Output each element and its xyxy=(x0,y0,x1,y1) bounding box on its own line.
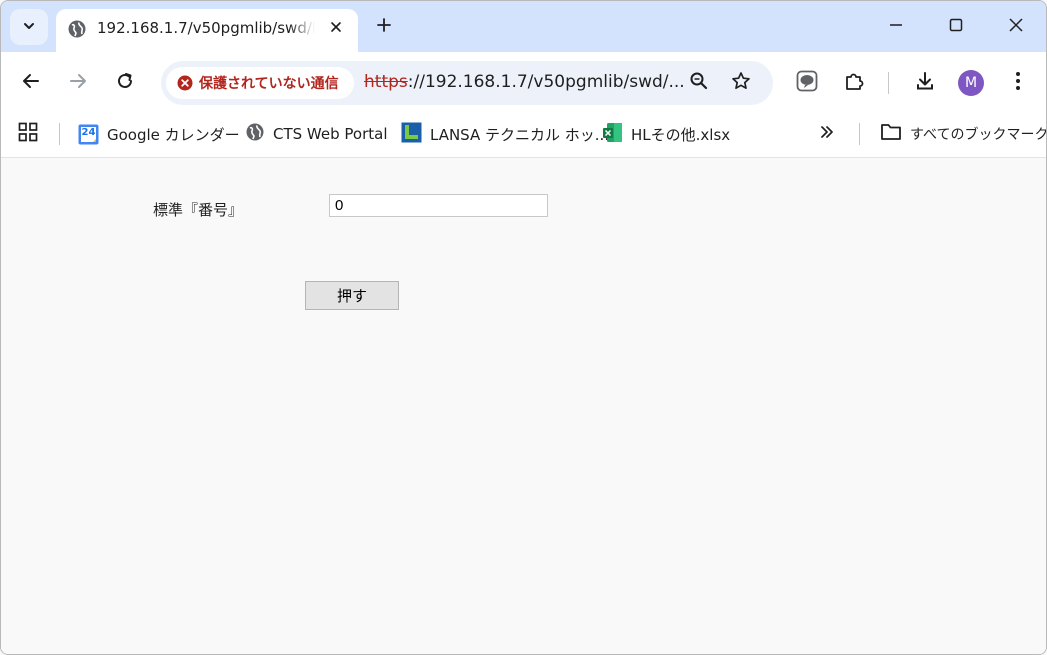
toolbar-divider xyxy=(888,72,889,94)
security-indicator[interactable]: 保護されていない通信 xyxy=(166,67,354,99)
tab-close-icon[interactable] xyxy=(324,15,348,39)
star-icon xyxy=(731,71,751,95)
forward-button[interactable] xyxy=(62,67,94,99)
line-extension-button[interactable] xyxy=(791,67,823,99)
url-rest: ://192.168.1.7/v50pgmlib/swd/... xyxy=(407,72,685,92)
tab-title: 192.168.1.7/v50pgmlib/swd/hf1 xyxy=(97,19,315,37)
number-field-label: 標準『番号』 xyxy=(153,201,244,219)
chevron-down-icon xyxy=(22,18,36,37)
bookmark-cts-web-portal[interactable]: CTS Web Portal xyxy=(245,121,388,147)
calendar-badge: 24 xyxy=(81,126,96,138)
close-window-button[interactable] xyxy=(993,9,1039,45)
menu-button[interactable] xyxy=(1002,67,1034,99)
extensions-button[interactable] xyxy=(839,67,871,99)
globe-icon xyxy=(245,122,265,146)
url-scheme: https xyxy=(364,72,408,92)
bookmarks-divider xyxy=(859,123,860,145)
downloads-button[interactable] xyxy=(909,67,941,99)
avatar: M xyxy=(958,70,984,96)
security-label: 保護されていない通信 xyxy=(199,76,339,92)
maximize-icon xyxy=(948,17,964,37)
tab-strip: 192.168.1.7/v50pgmlib/swd/hf1 xyxy=(1,1,1046,52)
bookmark-label: Google カレンダー xyxy=(107,125,240,144)
reload-icon xyxy=(115,71,135,95)
zoom-icon xyxy=(689,71,709,95)
double-chevron-right-icon xyxy=(819,124,835,144)
folder-icon xyxy=(880,122,902,146)
back-button[interactable] xyxy=(15,67,47,99)
minimize-icon xyxy=(888,17,904,37)
bookmark-excel-file[interactable]: HLその他.xlsx xyxy=(602,121,730,147)
error-circle-icon xyxy=(177,75,193,91)
apps-button[interactable] xyxy=(17,121,39,147)
bookmark-label: HLその他.xlsx xyxy=(631,125,731,144)
close-icon xyxy=(1008,17,1024,37)
arrow-right-icon xyxy=(68,71,88,95)
bookmark-lansa[interactable]: LANSA テクニカル ホッ... xyxy=(401,121,609,147)
bookmarks-bar: 24 Google カレンダー CTS Web Portal LANSA テクニ… xyxy=(1,112,1046,158)
address-bar[interactable]: 保護されていない通信 https://192.168.1.7/v50pgmlib… xyxy=(161,61,773,105)
page-content: 標準『番号』 押す xyxy=(1,158,1046,654)
tab-active[interactable]: 192.168.1.7/v50pgmlib/swd/hf1 xyxy=(56,9,358,52)
plus-icon xyxy=(376,17,392,37)
puzzle-icon xyxy=(844,70,866,96)
lansa-icon xyxy=(401,122,422,147)
submit-button[interactable]: 押す xyxy=(305,281,399,310)
browser-window: 192.168.1.7/v50pgmlib/swd/hf1 保護されていない通信… xyxy=(0,0,1047,655)
bookmarks-overflow-button[interactable] xyxy=(819,121,835,147)
all-bookmarks-label: すべてのブックマーク xyxy=(910,127,1047,143)
zoom-button[interactable] xyxy=(683,67,715,99)
reload-button[interactable] xyxy=(109,67,141,99)
bookmarks-divider xyxy=(59,123,60,145)
minimize-button[interactable] xyxy=(873,9,919,45)
url-text[interactable]: https://192.168.1.7/v50pgmlib/swd/... xyxy=(364,72,685,92)
all-bookmarks-button[interactable]: すべてのブックマーク xyxy=(880,121,1047,147)
bookmark-label: LANSA テクニカル ホッ... xyxy=(430,125,610,144)
maximize-button[interactable] xyxy=(933,9,979,45)
tab-search-button[interactable] xyxy=(10,9,48,45)
bookmark-google-calendar[interactable]: 24 Google カレンダー xyxy=(78,121,240,147)
bookmark-label: CTS Web Portal xyxy=(273,125,388,143)
more-vert-icon xyxy=(1015,71,1021,95)
bookmark-star-button[interactable] xyxy=(725,67,757,99)
google-calendar-icon: 24 xyxy=(78,124,99,145)
navigation-toolbar: 保護されていない通信 https://192.168.1.7/v50pgmlib… xyxy=(1,52,1046,112)
excel-icon xyxy=(602,122,623,147)
globe-icon xyxy=(67,19,87,43)
number-input[interactable] xyxy=(329,194,548,217)
line-icon xyxy=(796,70,818,96)
profile-button[interactable]: M xyxy=(955,67,987,99)
apps-grid-icon xyxy=(17,121,39,147)
new-tab-button[interactable] xyxy=(370,13,398,41)
download-icon xyxy=(914,70,936,96)
arrow-left-icon xyxy=(21,71,41,95)
